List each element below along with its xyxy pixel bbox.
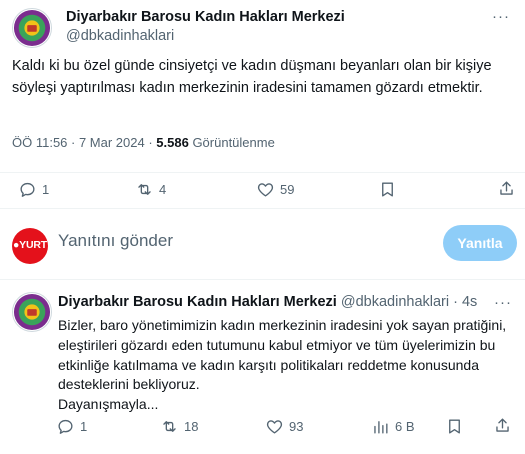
reply-action[interactable]: 1: [18, 180, 49, 199]
share-icon: [496, 418, 509, 432]
tweet-timestamp-views: ÖÖ 11:56 · 7 Mar 2024 · 5.586 Görüntülen…: [12, 135, 275, 150]
author-display-name[interactable]: Diyarbakır Barosu Kadın Hakları Merkezi: [66, 8, 345, 27]
share-action[interactable]: [493, 416, 512, 435]
views-count: 5.586: [156, 135, 189, 150]
reply-button[interactable]: Yanıtla: [443, 225, 517, 261]
reply-count: 1: [42, 182, 50, 197]
reply-author-handle-time[interactable]: @dbkadinhaklari · 4s: [337, 294, 477, 310]
current-user-avatar[interactable]: ●YURT: [12, 228, 48, 264]
reply-composer: ●YURT Yanıtını gönder Yanıtla: [0, 208, 525, 280]
main-tweet-header: Diyarbakır Barosu Kadın Hakları Merkezi …: [12, 6, 517, 50]
tweet-time[interactable]: ÖÖ 11:56 · 7 Mar 2024 ·: [12, 135, 156, 150]
retweet-action[interactable]: 4: [135, 180, 166, 199]
more-horizontal-icon[interactable]: ···: [491, 9, 511, 24]
more-horizontal-icon[interactable]: ···: [493, 295, 513, 310]
views-count: 6 B: [395, 419, 415, 434]
baro-logo-icon: [13, 9, 51, 47]
bookmark-icon: [449, 419, 460, 434]
reply-tweet-header: Diyarbakır Barosu Kadın Hakları Merkezi …: [58, 293, 477, 312]
reply-tweet-text: Bizler, baro yönetimimizin kadın merkezi…: [58, 316, 513, 415]
reply-author-avatar[interactable]: [12, 292, 52, 332]
retweet-count: 18: [184, 419, 199, 434]
reply-input[interactable]: Yanıtını gönder: [58, 231, 173, 251]
main-tweet-text: Kaldı ki bu özel günde cinsiyetçi ve kad…: [12, 58, 492, 96]
like-count: 93: [289, 419, 304, 434]
retweet-action[interactable]: 18: [160, 417, 198, 436]
reply-icon: [58, 419, 73, 434]
reply-text-line: desteklerini bekliyoruz.: [58, 376, 200, 393]
analytics-icon: [374, 421, 388, 434]
share-action[interactable]: [497, 179, 516, 198]
bookmark-icon: [382, 182, 393, 197]
bookmark-action[interactable]: [445, 417, 464, 436]
like-action[interactable]: 59: [256, 180, 294, 199]
retweet-icon: [138, 184, 151, 195]
retweet-count: 4: [159, 182, 167, 197]
like-action[interactable]: 93: [265, 417, 303, 436]
author-handle[interactable]: @dbkadinhaklari: [66, 27, 345, 46]
author-avatar[interactable]: [12, 8, 52, 48]
like-count: 59: [280, 182, 295, 197]
reply-text-line: Dayanışmayla...: [58, 396, 159, 413]
heart-icon: [257, 183, 274, 197]
reply-action[interactable]: 1: [56, 417, 87, 436]
share-icon: [500, 181, 513, 195]
views-action[interactable]: 6 B: [371, 417, 415, 436]
reply-text-line: etkinliğe katılmama ve kadın karşıtı pol…: [58, 356, 479, 373]
views-label: Görüntülenme: [188, 135, 275, 150]
heart-icon: [266, 420, 283, 434]
retweet-icon: [163, 421, 176, 432]
reply-text-line: eleştirileri gözardı eden tutumunu kabul…: [58, 336, 496, 353]
baro-logo-icon: [13, 293, 51, 331]
bookmark-action[interactable]: [378, 180, 397, 199]
reply-count: 1: [80, 419, 88, 434]
reply-author-display-name[interactable]: Diyarbakır Barosu Kadın Hakları Merkezi: [58, 294, 337, 310]
reply-icon: [20, 182, 35, 197]
yurt-logo-icon: ●YURT: [13, 239, 47, 251]
reply-action-bar: 1 18 93 6 B: [0, 414, 525, 440]
main-action-bar: 1 4 59: [0, 172, 525, 202]
reply-text-line: Bizler, baro yönetimimizin kadın merkezi…: [58, 317, 507, 333]
